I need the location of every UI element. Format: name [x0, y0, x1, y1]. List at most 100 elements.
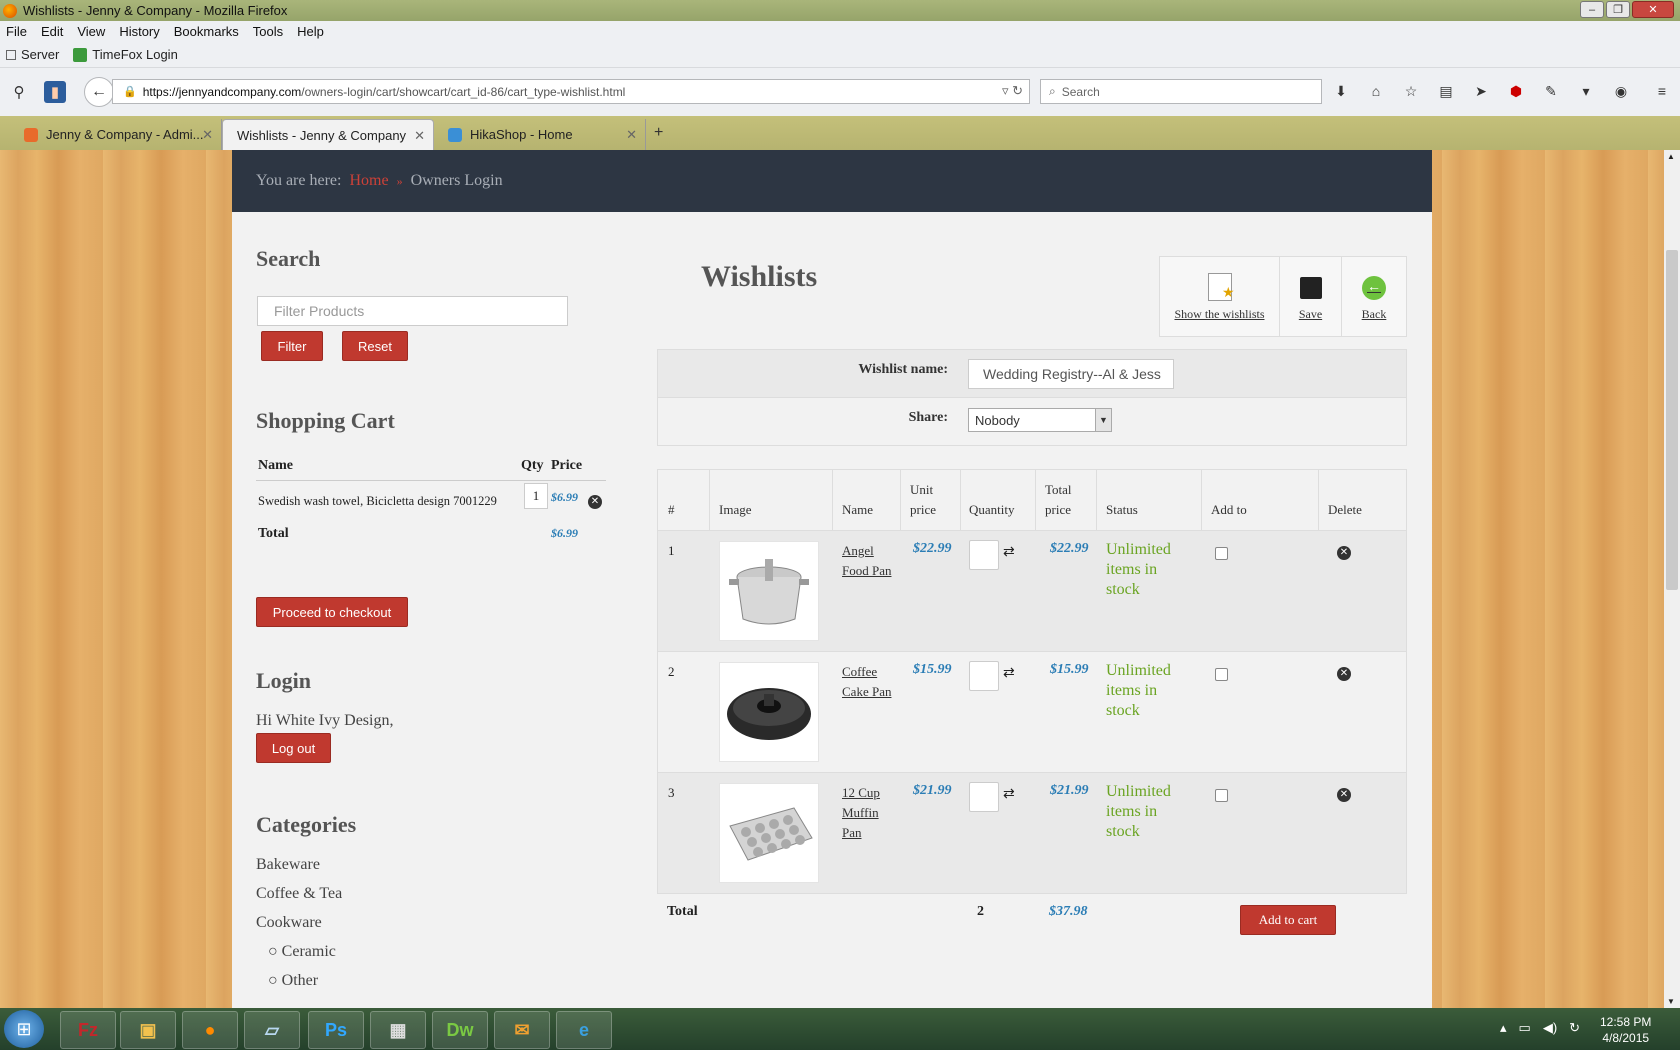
quantity-input[interactable] [969, 540, 999, 570]
list-star-icon: ★ [1207, 273, 1235, 301]
category-list: Bakeware Coffee & Tea Cookware ○ Ceramic… [256, 856, 342, 1001]
menu-help[interactable]: Help [297, 24, 324, 39]
total-price: $22.99 [1050, 541, 1089, 556]
tab-wishlists[interactable]: Wishlists - Jenny & Company ✕ [222, 119, 434, 150]
show-wishlists-button[interactable]: ★ Show the wishlists [1160, 257, 1280, 336]
refresh-icon[interactable]: ⇄ [1003, 665, 1015, 682]
delete-icon[interactable]: ✕ [1337, 667, 1351, 681]
back-link-button[interactable]: ← Back [1342, 257, 1406, 336]
network-icon[interactable]: ⚲ [8, 81, 30, 103]
url-bar[interactable]: 🔒 https://jennyandcompany.com/owners-log… [112, 79, 1030, 104]
cart-qty-input[interactable]: 1 [524, 483, 548, 509]
page-scrollbar[interactable]: ▲ ▼ [1664, 150, 1680, 1008]
sync-icon[interactable]: ↻ [1569, 1020, 1580, 1036]
breadcrumb-home[interactable]: Home [349, 172, 388, 190]
quantity-input[interactable] [969, 782, 999, 812]
delete-icon[interactable]: ✕ [1337, 546, 1351, 560]
share-label: Share: [908, 410, 948, 425]
category-cookware[interactable]: Cookware [256, 914, 342, 943]
outlook-taskbar-icon[interactable]: ✉ [494, 1011, 550, 1049]
log-out-button[interactable]: Log out [256, 733, 331, 763]
folder-icon [6, 49, 16, 60]
dreamweaver-taskbar-icon[interactable]: Dw [432, 1011, 488, 1049]
scroll-down-icon[interactable]: ▼ [1667, 997, 1675, 1006]
share-select[interactable]: Nobody ▼ [968, 408, 1112, 432]
new-tab-icon[interactable]: + [654, 124, 663, 142]
volume-icon[interactable]: ◀) [1543, 1020, 1557, 1036]
add-to-checkbox[interactable] [1215, 668, 1228, 681]
download-icon[interactable]: ⬇ [1330, 80, 1352, 102]
bookmark-server[interactable]: Server [6, 47, 59, 62]
filter-products-input[interactable]: Filter Products [257, 296, 568, 326]
breadcrumb: You are here: Home » Owners Login [232, 150, 1432, 212]
menu-file[interactable]: File [6, 24, 27, 39]
filter-button[interactable]: Filter [261, 331, 323, 361]
remove-item-icon[interactable]: ✕ [588, 495, 602, 509]
wishlist-name-input[interactable]: Wedding Registry--Al & Jess [968, 359, 1174, 389]
reading-list-icon[interactable]: ▤ [1435, 80, 1457, 102]
start-button[interactable]: ⊞ [4, 1010, 44, 1048]
category-bakeware[interactable]: Bakeware [256, 856, 342, 885]
firefox-taskbar-icon[interactable]: ● [182, 1011, 238, 1049]
photoshop-taskbar-icon[interactable]: Ps [308, 1011, 364, 1049]
menu-edit[interactable]: Edit [41, 24, 63, 39]
muffin-pan-image[interactable] [719, 783, 819, 883]
product-link[interactable]: 12 Cup Muffin Pan [842, 783, 880, 843]
network-tray-icon[interactable]: ▭ [1519, 1020, 1531, 1036]
restore-icon[interactable]: ❐ [1606, 1, 1630, 18]
close-tab-icon[interactable]: ✕ [202, 127, 213, 143]
menu-tools[interactable]: Tools [253, 24, 283, 39]
product-link[interactable]: Angel Food Pan [842, 541, 891, 581]
extension-icon[interactable]: ✎ [1540, 80, 1562, 102]
save-button[interactable]: Save [1280, 257, 1342, 336]
tray-arrow-icon[interactable]: ▴ [1500, 1020, 1507, 1036]
system-clock[interactable]: 12:58 PM 4/8/2015 [1600, 1014, 1651, 1046]
chat-icon[interactable]: ◉ [1610, 80, 1632, 102]
refresh-icon[interactable]: ⇄ [1003, 786, 1015, 803]
adblock-icon[interactable]: ⬢ [1505, 80, 1527, 102]
bookmark-timefox[interactable]: TimeFox Login [73, 47, 178, 62]
subcategory-ceramic[interactable]: ○ Ceramic [256, 943, 342, 972]
scrollbar-thumb[interactable] [1666, 250, 1678, 590]
menu-history[interactable]: History [119, 24, 159, 39]
add-to-cart-button[interactable]: Add to cart [1240, 905, 1336, 935]
home-icon[interactable]: ⌂ [1365, 80, 1387, 102]
internet-explorer-taskbar-icon[interactable]: e [556, 1011, 612, 1049]
reload-icon[interactable]: ▿ ↻ [1002, 83, 1023, 99]
dropdown-icon[interactable]: ▾ [1575, 80, 1597, 102]
delete-icon[interactable]: ✕ [1337, 788, 1351, 802]
tab-admin[interactable]: Jenny & Company - Admi... ✕ [10, 119, 222, 150]
menu-icon[interactable]: ≡ [1651, 80, 1673, 102]
footer-total-label: Total [667, 904, 698, 919]
star-icon[interactable]: ☆ [1400, 80, 1422, 102]
subcategory-other[interactable]: ○ Other [256, 972, 342, 1001]
menu-bookmarks[interactable]: Bookmarks [174, 24, 239, 39]
scroll-up-icon[interactable]: ▲ [1667, 152, 1675, 161]
close-tab-icon[interactable]: ✕ [626, 127, 637, 143]
cart-total-price: $6.99 [551, 526, 578, 540]
notepad-taskbar-icon[interactable]: ▱ [244, 1011, 300, 1049]
tab-hikashop[interactable]: HikaShop - Home ✕ [434, 119, 646, 150]
search-bar[interactable]: ⌕ Search [1040, 79, 1322, 104]
angel-food-pan-image[interactable] [719, 541, 819, 641]
proceed-to-checkout-button[interactable]: Proceed to checkout [256, 597, 408, 627]
send-icon[interactable]: ➤ [1470, 80, 1492, 102]
category-coffee-tea[interactable]: Coffee & Tea [256, 885, 342, 914]
close-window-icon[interactable]: ✕ [1632, 1, 1674, 18]
calculator-taskbar-icon[interactable]: ▦ [370, 1011, 426, 1049]
file-explorer-taskbar-icon[interactable]: ▣ [120, 1011, 176, 1049]
menu-view[interactable]: View [77, 24, 105, 39]
back-button[interactable]: ← [84, 77, 114, 107]
filezilla-taskbar-icon[interactable]: Fz [60, 1011, 116, 1049]
product-link[interactable]: Coffee Cake Pan [842, 662, 891, 702]
stats-icon[interactable]: ▮ [44, 81, 66, 103]
add-to-checkbox[interactable] [1215, 547, 1228, 560]
coffee-cake-pan-image[interactable] [719, 662, 819, 762]
add-to-checkbox[interactable] [1215, 789, 1228, 802]
refresh-icon[interactable]: ⇄ [1003, 544, 1015, 561]
close-tab-icon[interactable]: ✕ [414, 128, 425, 144]
quantity-input[interactable] [969, 661, 999, 691]
reset-button[interactable]: Reset [342, 331, 408, 361]
minimize-icon[interactable]: – [1580, 1, 1604, 18]
wishlist-table: # Image Name Unit price Quantity Total p… [657, 469, 1407, 894]
